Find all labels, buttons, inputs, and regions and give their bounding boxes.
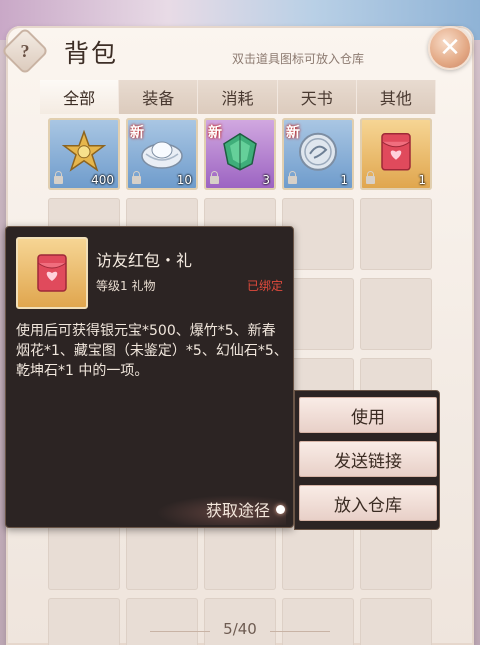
tab-equipment[interactable]: 装备 — [119, 80, 199, 114]
item-count: 10 — [176, 173, 192, 187]
send-link-button[interactable]: 发送链接 — [299, 441, 437, 477]
lock-icon — [210, 171, 219, 184]
inventory-slot[interactable]: 新 10 — [126, 118, 198, 190]
item-green-gem[interactable]: 新 3 — [204, 118, 276, 190]
green-gem-icon — [223, 132, 257, 171]
lock-icon — [132, 171, 141, 184]
item-action-menu: 使用 发送链接 放入仓库 — [294, 390, 440, 530]
lock-icon — [288, 171, 297, 184]
page-indicator: 5/40 — [223, 620, 257, 638]
tab-all[interactable]: 全部 — [40, 80, 120, 114]
tab-skill-books[interactable]: 天书 — [277, 80, 357, 114]
glow-dot-icon — [276, 504, 285, 514]
lock-icon — [54, 171, 63, 184]
red-envelope-icon — [37, 254, 67, 292]
red-envelope-icon — [381, 133, 411, 171]
empty-slot[interactable] — [360, 278, 432, 350]
tab-consumables[interactable]: 消耗 — [198, 80, 278, 114]
tab-other[interactable]: 其他 — [356, 80, 437, 114]
inventory-slot[interactable]: 新 1 — [282, 118, 354, 190]
inventory-slot[interactable]: 新 3 — [204, 118, 276, 190]
category-tabs: 全部 装备 消耗 天书 其他 — [40, 80, 437, 114]
item-name: 访友红包・礼 — [96, 251, 193, 270]
item-count: 400 — [91, 173, 114, 187]
item-red-envelope[interactable]: 1 — [360, 118, 432, 190]
item-count: 1 — [418, 173, 426, 187]
silver-coin-icon — [299, 132, 337, 171]
item-count: 3 — [262, 173, 270, 187]
item-detail-tooltip: 访友红包・礼 等级1 礼物 已绑定 使用后可获得银元宝*500、爆竹*5、新春烟… — [5, 226, 294, 528]
inventory-slot[interactable]: 1 — [360, 118, 432, 190]
item-level-type: 等级1 礼物 — [96, 279, 156, 293]
empty-slot[interactable] — [48, 518, 120, 590]
item-gold-star-medal[interactable]: 400 — [48, 118, 120, 190]
obtain-source-link[interactable]: 获取途径 — [206, 497, 285, 521]
storage-hint: 双击道具图标可放入仓库 — [232, 52, 365, 66]
close-icon: ✕ — [439, 33, 461, 63]
new-tag: 新 — [130, 125, 144, 141]
empty-slot[interactable] — [360, 198, 432, 270]
new-tag: 新 — [208, 125, 222, 141]
store-in-warehouse-button[interactable]: 放入仓库 — [299, 485, 437, 521]
empty-slot[interactable] — [126, 518, 198, 590]
new-tag: 新 — [286, 125, 300, 141]
use-button[interactable]: 使用 — [299, 397, 437, 433]
item-count: 1 — [340, 173, 348, 187]
tooltip-item-thumbnail — [16, 237, 88, 309]
item-description: 使用后可获得银元宝*500、爆竹*5、新春烟花*1、藏宝图（未鉴定）*5、幻仙石… — [16, 323, 288, 379]
bound-status: 已绑定 — [246, 279, 283, 293]
obtain-source-label: 获取途径 — [205, 501, 270, 520]
page-title: 背包 — [64, 39, 119, 68]
gold-star-medal-icon — [62, 129, 106, 172]
question-mark-icon: ? — [20, 40, 30, 61]
item-silver-coin[interactable]: 新 1 — [282, 118, 354, 190]
lock-icon — [366, 171, 375, 184]
silver-ingot-icon — [141, 141, 183, 169]
close-button[interactable]: ✕ — [428, 26, 472, 70]
inventory-slot[interactable]: 400 — [48, 118, 120, 190]
item-silver-ingot[interactable]: 新 10 — [126, 118, 198, 190]
empty-slot[interactable] — [204, 518, 276, 590]
